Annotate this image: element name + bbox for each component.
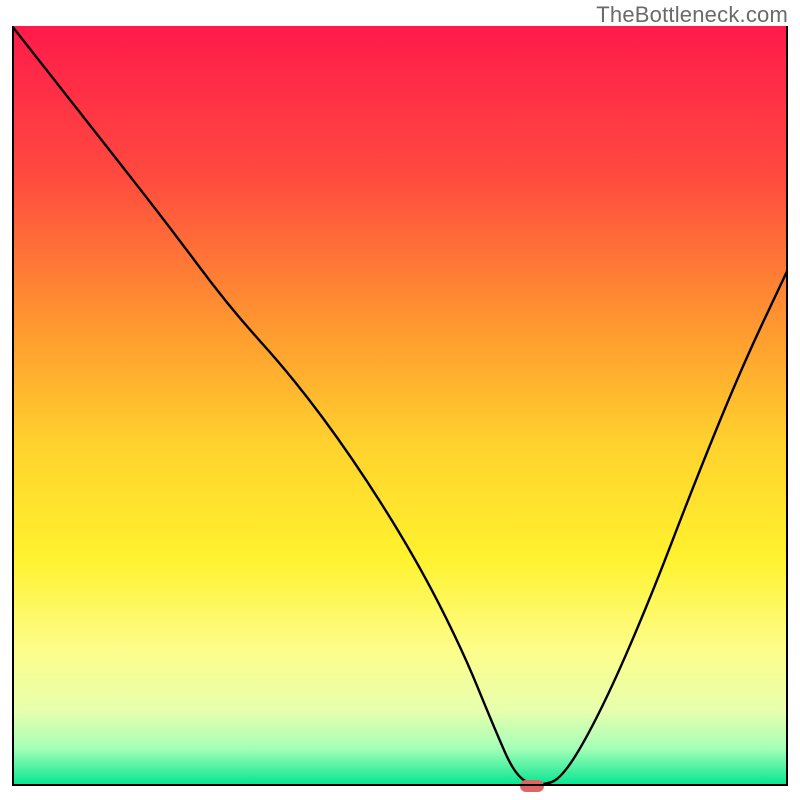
- chart-frame: TheBottleneck.com: [0, 0, 800, 800]
- plot-area: [12, 26, 788, 786]
- watermark-text: TheBottleneck.com: [596, 2, 788, 28]
- axes: [12, 26, 788, 786]
